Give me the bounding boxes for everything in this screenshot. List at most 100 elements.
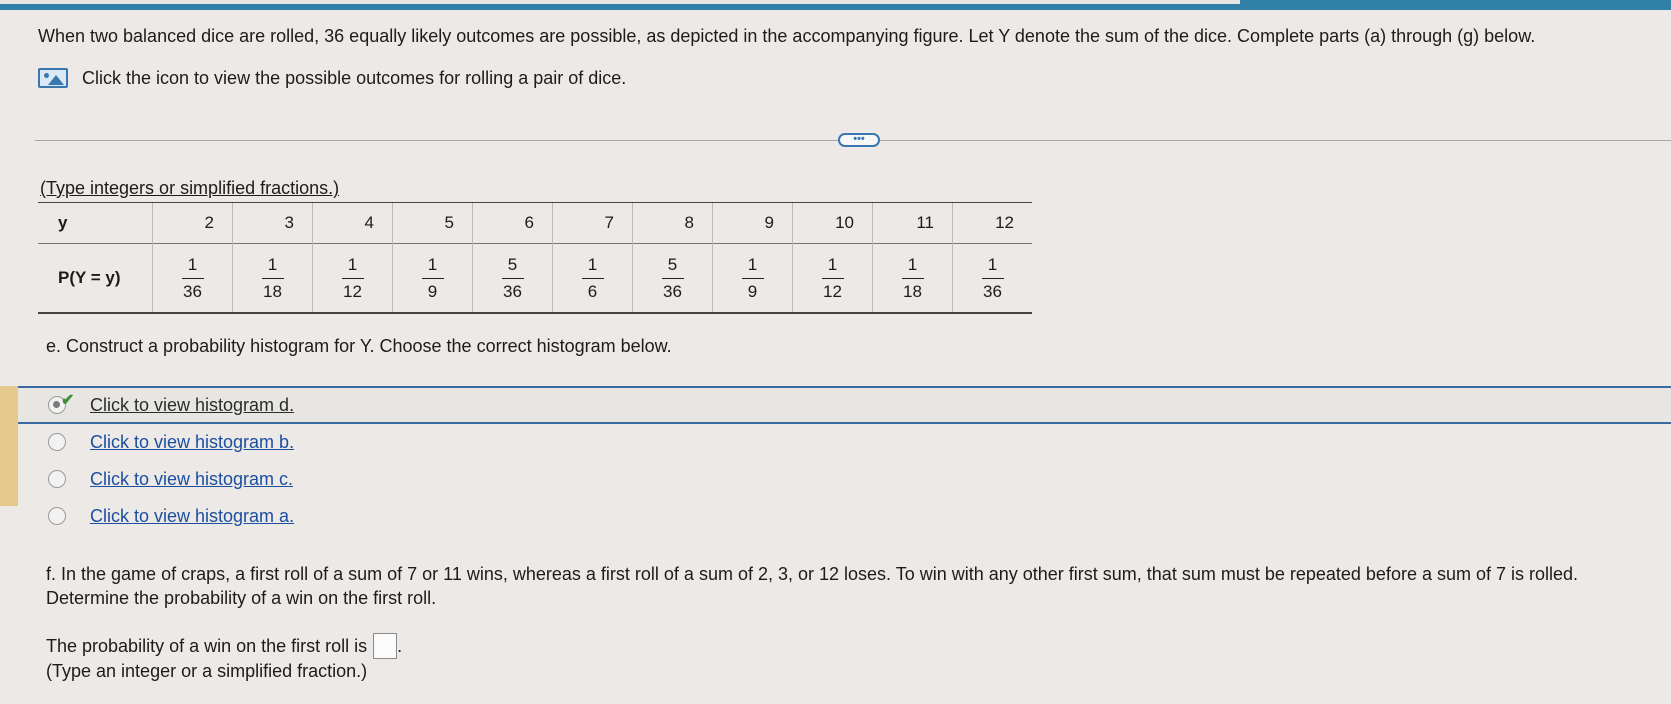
answer-prompt: The probability of a win on the first ro… — [46, 635, 368, 656]
fraction: 1 18 — [901, 254, 924, 302]
histogram-option-link[interactable]: Click to view histogram c. — [90, 469, 293, 490]
radio-button[interactable] — [48, 433, 66, 451]
histogram-option-link[interactable]: Click to view histogram d. — [90, 395, 294, 416]
fraction-denominator: 9 — [747, 281, 758, 301]
answer-line: The probability of a win on the first ro… — [46, 633, 402, 659]
y-value-cell: 6 — [472, 202, 553, 244]
y-value-cell: 12 — [952, 202, 1032, 244]
fraction-bar — [261, 277, 284, 279]
fraction-numerator: 1 — [987, 254, 998, 274]
probability-table: y 2 3 4 5 6 7 8 9 10 11 12 P(Y = y) 1 36 1 18 1 12 1 9 5 36… — [38, 202, 1032, 314]
probability-cell: 1 18 — [872, 243, 953, 314]
fraction: 1 36 — [981, 254, 1004, 302]
probability-cell: 19 — [392, 243, 473, 314]
fraction: 5 36 — [661, 254, 684, 302]
y-header: y — [38, 202, 153, 244]
fraction-bar — [821, 277, 844, 279]
histogram-option[interactable]: Click to view histogram b. — [48, 429, 294, 455]
probability-cell: 19 — [712, 243, 793, 314]
fraction: 1 12 — [341, 254, 364, 302]
y-row: y 2 3 4 5 6 7 8 9 10 11 12 — [38, 202, 1032, 244]
y-value-cell: 9 — [712, 202, 793, 244]
radio-button[interactable] — [48, 507, 66, 525]
fraction-numerator: 1 — [347, 254, 358, 274]
p-header: P(Y = y) — [38, 243, 153, 314]
p-row: P(Y = y) 1 36 1 18 1 12 1 9 5 36 1 6 5 36 1 9 1 12 1 18 1 36 — [38, 243, 1032, 314]
fraction-numerator: 1 — [267, 254, 278, 274]
fraction: 1 12 — [821, 254, 844, 302]
y-value-cell: 3 — [232, 202, 313, 244]
fraction: 5 36 — [501, 254, 524, 302]
view-outcomes-text: Click the icon to view the possible outc… — [82, 67, 627, 88]
probability-cell: 1 18 — [232, 243, 313, 314]
table-instruction: (Type integers or simplified fractions.) — [40, 178, 340, 198]
fraction-denominator: 12 — [823, 281, 842, 301]
fraction-denominator: 6 — [587, 281, 598, 301]
fraction-bar — [901, 277, 924, 279]
fraction: 1 36 — [181, 254, 204, 302]
part-e-prompt: e. Construct a probability histogram for… — [46, 336, 672, 356]
image-icon-mountain — [48, 75, 64, 85]
fraction-denominator: 18 — [263, 281, 282, 301]
fraction-numerator: 1 — [907, 254, 918, 274]
fraction-numerator: 1 — [747, 254, 758, 274]
fraction-bar — [741, 277, 764, 279]
histogram-option-link[interactable]: Click to view histogram a. — [90, 506, 294, 527]
fraction-bar — [341, 277, 364, 279]
histogram-option-link[interactable]: Click to view histogram b. — [90, 432, 294, 453]
fraction: 19 — [741, 254, 764, 302]
probability-cell: 5 36 — [472, 243, 553, 314]
fraction-numerator: 1 — [827, 254, 838, 274]
part-f-prompt: f. In the game of craps, a first roll of… — [46, 564, 1579, 608]
y-value-cell: 7 — [552, 202, 633, 244]
fraction-bar — [581, 277, 604, 279]
fraction-denominator: 18 — [903, 281, 922, 301]
more-button[interactable]: ••• — [838, 133, 880, 147]
answer-input[interactable] — [373, 633, 398, 659]
fraction-denominator: 36 — [983, 281, 1002, 301]
histogram-option[interactable]: Click to view histogram c. — [48, 466, 293, 492]
fraction-denominator: 12 — [343, 281, 362, 301]
fraction-denominator: 9 — [427, 281, 438, 301]
image-icon[interactable] — [38, 68, 68, 88]
fraction-denominator: 36 — [503, 281, 522, 301]
answer-hint: (Type an integer or a simplified fractio… — [46, 661, 368, 681]
probability-cell: 1 12 — [312, 243, 393, 314]
fraction-denominator: 36 — [663, 281, 682, 301]
histogram-option[interactable]: ✔ Click to view histogram d. — [48, 392, 294, 418]
fraction-numerator: 5 — [667, 254, 678, 274]
fraction: 1 18 — [261, 254, 284, 302]
probability-cell: 1 36 — [152, 243, 233, 314]
radio-button[interactable]: ✔ — [48, 392, 74, 414]
radio-button[interactable] — [48, 470, 66, 488]
fraction: 19 — [421, 254, 444, 302]
view-outcomes-row: Click the icon to view the possible outc… — [38, 65, 626, 91]
fraction-numerator: 1 — [187, 254, 198, 274]
left-accent-strip — [0, 386, 18, 506]
question-intro: When two balanced dice are rolled, 36 eq… — [38, 26, 1536, 46]
fraction-bar — [421, 277, 444, 279]
histogram-option[interactable]: Click to view histogram a. — [48, 503, 294, 529]
y-value-cell: 10 — [792, 202, 873, 244]
probability-cell: 5 36 — [632, 243, 713, 314]
fraction-numerator: 5 — [507, 254, 518, 274]
fraction: 16 — [581, 254, 604, 302]
fraction-bar — [661, 277, 684, 279]
y-value-cell: 5 — [392, 202, 473, 244]
probability-cell: 16 — [552, 243, 633, 314]
y-value-cell: 8 — [632, 202, 713, 244]
fraction-bar — [181, 277, 204, 279]
top-bar-light-segment — [0, 0, 1240, 4]
y-value-cell: 4 — [312, 202, 393, 244]
checkmark-icon: ✔ — [61, 392, 75, 409]
fraction-numerator: 1 — [427, 254, 438, 274]
probability-cell: 1 36 — [952, 243, 1032, 314]
y-value-cell: 11 — [872, 202, 953, 244]
fraction-numerator: 1 — [587, 254, 598, 274]
answer-period: . — [397, 635, 403, 656]
fraction-bar — [981, 277, 1004, 279]
fraction-denominator: 36 — [183, 281, 202, 301]
y-value-cell: 2 — [152, 202, 233, 244]
probability-cell: 1 12 — [792, 243, 873, 314]
fraction-bar — [501, 277, 524, 279]
